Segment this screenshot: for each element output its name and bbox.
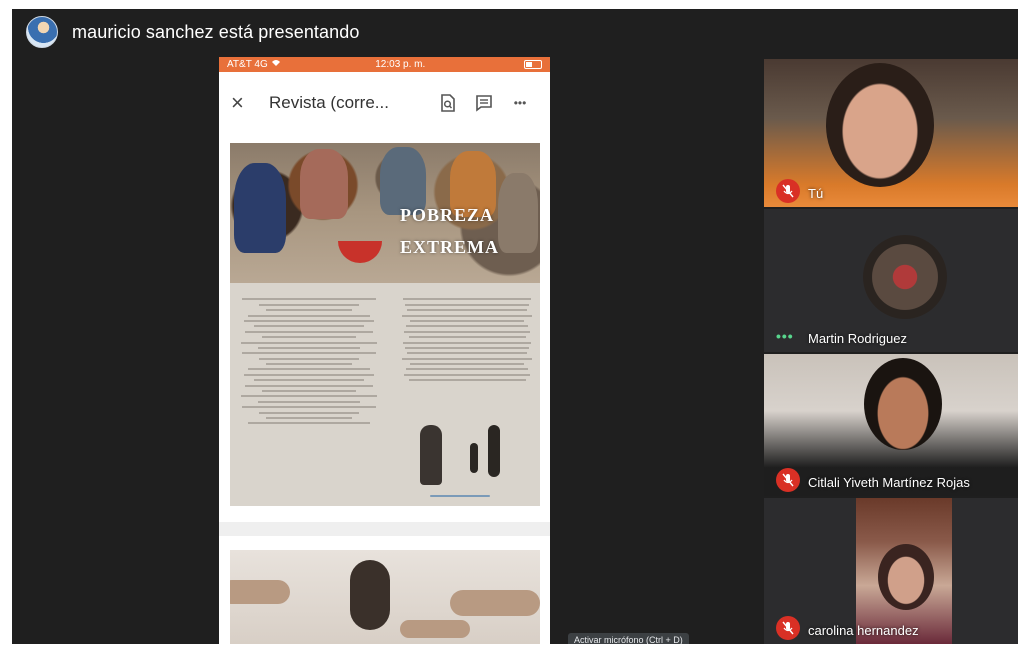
text-line: [409, 363, 525, 366]
presenter-banner: mauricio sanchez está presentando: [26, 15, 359, 49]
text-line: [404, 346, 530, 349]
text-line: [403, 298, 531, 301]
participant-tile-carolina[interactable]: carolina hernandez: [764, 498, 1018, 644]
text-line: [405, 368, 529, 371]
text-line: [404, 303, 530, 306]
body-text-left: [238, 295, 380, 425]
participant-tile-self[interactable]: Tú: [764, 59, 1018, 207]
shared-screen: AT&T 4G 12:03 p. m. × Revista (corre...: [219, 57, 550, 644]
text-line: [403, 330, 531, 333]
text-line: [240, 341, 378, 344]
text-line: [257, 346, 361, 349]
mic-off-icon: [776, 616, 800, 640]
text-line: [253, 379, 365, 382]
text-line: [408, 379, 526, 382]
status-time: 12:03 p. m.: [375, 59, 426, 70]
footer-line: [430, 495, 490, 497]
text-line: [245, 330, 373, 333]
more-icon[interactable]: •••: [502, 96, 538, 110]
phone-status-bar: AT&T 4G 12:03 p. m.: [219, 57, 550, 72]
text-line: [408, 336, 526, 339]
doc-title: Revista (corre...: [269, 93, 389, 112]
text-line: [253, 325, 365, 328]
text-line: [402, 357, 532, 360]
battery-icon: [520, 59, 542, 70]
text-line: [259, 357, 359, 360]
search-doc-icon[interactable]: [430, 94, 466, 112]
participant-name: Martin Rodriguez: [808, 331, 907, 346]
text-line: [402, 314, 532, 317]
text-line: [407, 309, 527, 312]
close-icon[interactable]: ×: [231, 90, 263, 116]
wifi-icon: [271, 59, 281, 70]
text-line: [262, 390, 356, 393]
text-line: [247, 314, 371, 317]
text-line: [245, 384, 373, 387]
participant-name: Tú: [808, 186, 824, 201]
text-line: [403, 341, 531, 344]
comment-icon[interactable]: [466, 94, 502, 112]
presenter-avatar: [26, 16, 58, 48]
participant-tile-martin[interactable]: ••• Martin Rodriguez: [764, 209, 1018, 352]
text-line: [243, 319, 375, 322]
text-line: [242, 406, 376, 409]
text-line: [247, 422, 371, 425]
mic-tooltip: Activar micrófono (Ctrl + D): [568, 633, 689, 644]
participant-name: Citlali Yiveth Martínez Rojas: [808, 475, 970, 490]
text-line: [262, 336, 356, 339]
hero-title: POBREZA EXTREMA: [400, 205, 500, 257]
mic-off-icon: [776, 468, 800, 492]
text-line: [240, 395, 378, 398]
participant-tile-citlali[interactable]: Citlali Yiveth Martínez Rojas: [764, 354, 1018, 496]
page-gap: [219, 522, 550, 536]
text-line: [242, 352, 376, 355]
text-line: [266, 363, 352, 366]
participant-name: carolina hernandez: [808, 623, 919, 638]
participant-avatar: [863, 235, 947, 319]
text-line: [405, 325, 529, 328]
speaking-dots-icon: •••: [776, 328, 794, 344]
text-line: [247, 368, 371, 371]
body-text-right: [402, 295, 532, 382]
carrier-label: AT&T 4G: [227, 59, 281, 70]
text-line: [259, 411, 359, 414]
text-line: [257, 400, 361, 403]
mic-off-icon: [776, 179, 800, 203]
text-line: [407, 352, 527, 355]
presenter-text: mauricio sanchez está presentando: [72, 21, 360, 42]
text-line: [403, 373, 531, 376]
document-page-2: [230, 550, 540, 644]
text-line: [409, 319, 525, 322]
text-line: [259, 303, 359, 306]
text-line: [242, 298, 376, 301]
doc-app-bar: × Revista (corre... •••: [219, 72, 550, 134]
meeting-stage: mauricio sanchez está presentando AT&T 4…: [12, 9, 1018, 644]
text-line: [243, 373, 375, 376]
document-page: POBREZA EXTREMA: [230, 143, 540, 506]
text-line: [266, 416, 352, 419]
participant-video: [826, 63, 934, 187]
participant-video: [864, 358, 942, 450]
text-line: [266, 309, 352, 312]
